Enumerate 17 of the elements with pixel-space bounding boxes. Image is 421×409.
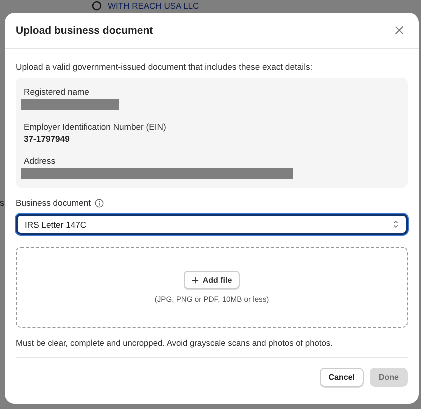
background-heading: WITH REACH USA LLC <box>108 1 200 11</box>
dialog-title: Upload business document <box>16 24 154 36</box>
detail-label: Employer Identification Number (EIN) <box>23 122 168 132</box>
detail-label: Registered name <box>23 87 90 97</box>
field-label: Business document <box>16 198 91 208</box>
detail-label: Address <box>23 156 57 166</box>
background-text: s <box>0 198 4 208</box>
detail-value: 37-1797949 <box>23 134 71 144</box>
cancel-button[interactable]: Cancel <box>320 368 364 387</box>
info-icon[interactable] <box>95 198 104 208</box>
close-button[interactable] <box>394 25 405 36</box>
add-file-button[interactable]: Add file <box>184 271 240 289</box>
intro-text: Upload a valid government-issued document that includes these exact details: <box>16 62 314 72</box>
document-select[interactable]: IRS Letter 147C <box>16 214 408 235</box>
note-text: Must be clear, complete and uncropped. Avoid grayscale scans and photos of photos. <box>16 338 334 348</box>
plus-icon <box>192 276 199 284</box>
chevron-icon <box>393 220 399 229</box>
